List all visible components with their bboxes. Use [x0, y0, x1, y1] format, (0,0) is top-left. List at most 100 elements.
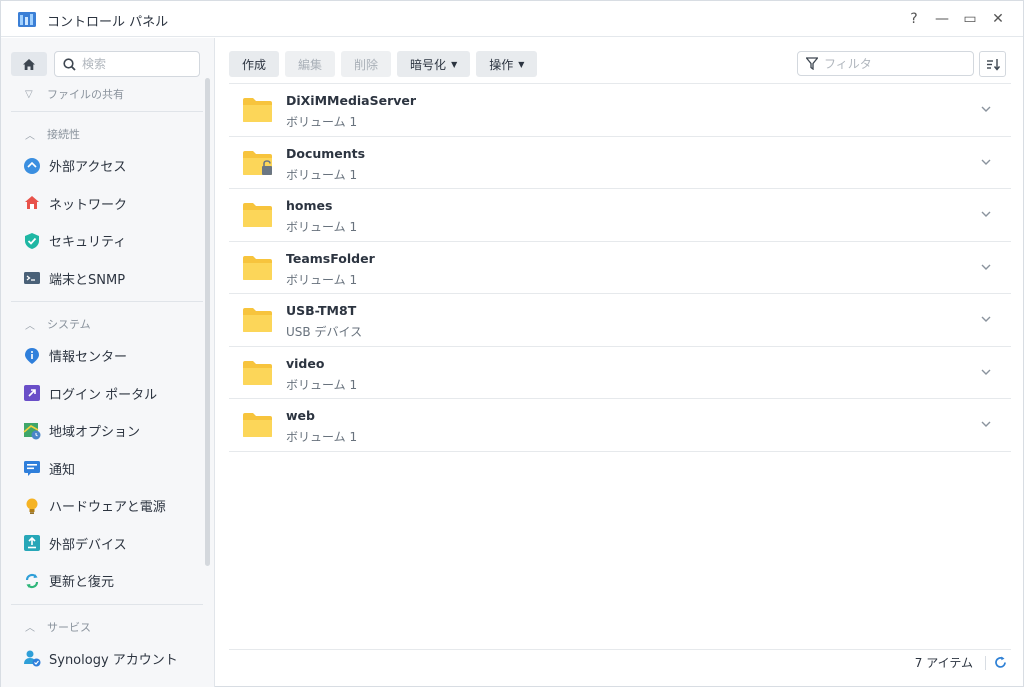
sidebar-search-input[interactable]	[82, 57, 192, 71]
folder-name: homes	[286, 198, 333, 213]
sidebar-item-label: ネットワーク	[49, 197, 128, 213]
sidebar-item-terminal-snmp[interactable]: 端末とSNMP	[11, 260, 203, 298]
divider	[985, 655, 986, 670]
toolbar: 作成 編集 削除 暗号化 ▼ 操作 ▼	[229, 51, 543, 77]
sidebar-item-regional-options[interactable]: 地域オプション	[11, 412, 203, 450]
create-button-label: 作成	[242, 57, 267, 72]
chevron-down-icon[interactable]	[979, 102, 993, 116]
list-item[interactable]: homes ボリューム 1	[229, 189, 1011, 242]
sidebar-item-synology-account[interactable]: Synology アカウント	[11, 640, 203, 678]
folder-icon	[243, 413, 272, 437]
list-item[interactable]: DiXiMMediaServer ボリューム 1	[229, 84, 1011, 137]
external-access-icon	[23, 157, 41, 175]
folder-location: ボリューム 1	[286, 167, 358, 182]
sidebar-item-label: 外部アクセス	[49, 160, 127, 176]
folder-location: ボリューム 1	[286, 115, 358, 129]
chevron-down-icon[interactable]	[979, 155, 993, 169]
sidebar-item-external-devices[interactable]: 外部デバイス	[11, 525, 203, 563]
home-icon	[23, 58, 35, 70]
control-panel-app-icon	[18, 12, 36, 27]
list-item[interactable]: USB-TM8T USB デバイス	[229, 294, 1011, 347]
sidebar-item-label: 情報センター	[49, 350, 128, 366]
chevron-down-icon[interactable]	[979, 207, 993, 221]
folder-location: ボリューム 1	[286, 430, 358, 444]
main-panel: 作成 編集 削除 暗号化 ▼ 操作 ▼ DiXiMMediaServer ボリューム…	[216, 38, 1024, 687]
map-clock-icon	[23, 422, 41, 440]
shield-icon	[23, 232, 41, 250]
section-header-file-sharing[interactable]: ▽ ファイルの共有	[11, 81, 203, 107]
info-icon	[23, 347, 41, 365]
search-icon	[63, 57, 76, 71]
sort-icon	[986, 58, 1000, 71]
control-panel-window: コントロール パネル ? — ▭ ✕ ▽ ファイルの共有 ︿ 接続性	[0, 0, 1024, 687]
folder-icon	[243, 98, 272, 122]
folder-location: ボリューム 1	[286, 377, 358, 392]
sidebar-item-label: セキュリティ	[49, 235, 127, 251]
filter-box[interactable]	[797, 51, 974, 76]
refresh-button[interactable]	[994, 656, 1008, 670]
section-label: サービス	[47, 620, 91, 634]
folder-name: DiXiMMediaServer	[286, 93, 417, 108]
title-bar: コントロール パネル ? — ▭ ✕	[1, 1, 1023, 37]
divider	[11, 301, 203, 302]
sidebar-item-external-access[interactable]: 外部アクセス	[11, 147, 203, 185]
folder-lock-icon	[243, 150, 272, 175]
chevron-down-icon[interactable]	[979, 365, 993, 379]
terminal-icon	[23, 269, 41, 287]
sidebar-item-info-center[interactable]: 情報センター	[11, 337, 203, 375]
section-header-connectivity[interactable]: ︿ 接続性	[11, 121, 203, 147]
refresh-icon	[995, 656, 1006, 668]
maximize-button[interactable]: ▭	[960, 9, 980, 29]
create-button[interactable]: 作成	[229, 51, 280, 77]
section-label: 接続性	[47, 128, 80, 141]
chevron-down-icon[interactable]	[979, 417, 993, 431]
list-item[interactable]: video ボリューム 1	[229, 347, 1011, 399]
list-item[interactable]: web ボリューム 1	[229, 399, 1011, 452]
sidebar-nav: ▽ ファイルの共有 ︿ 接続性 外部アクセス ネットワーク セキュリティ 端末と…	[11, 81, 203, 677]
encrypt-dropdown[interactable]: 暗号化 ▼	[397, 51, 471, 77]
refresh-arrows-icon	[23, 572, 41, 590]
folder-icon	[243, 360, 272, 385]
chevron-up-icon: ︿	[25, 320, 35, 332]
chevron-down-icon[interactable]	[979, 312, 993, 326]
section-label: ファイルの共有	[47, 88, 124, 101]
help-button[interactable]: ?	[904, 9, 924, 29]
notification-icon	[23, 459, 41, 477]
minimize-button[interactable]: —	[932, 9, 952, 29]
sidebar-search[interactable]	[54, 51, 200, 77]
sidebar-scrollbar[interactable]	[205, 78, 210, 566]
edit-button[interactable]: 編集	[285, 51, 336, 77]
window-title: コントロール パネル	[47, 15, 169, 30]
action-dropdown[interactable]: 操作 ▼	[476, 51, 538, 77]
sidebar-item-login-portal[interactable]: ログイン ポータル	[11, 375, 203, 413]
sidebar-item-label: 地域オプション	[49, 425, 141, 441]
sort-button[interactable]	[979, 51, 1006, 77]
sidebar-item-label: 外部デバイス	[49, 537, 127, 553]
account-icon	[23, 649, 41, 667]
sidebar-item-security[interactable]: セキュリティ	[11, 222, 203, 260]
section-header-system[interactable]: ︿ システム	[11, 311, 203, 337]
folder-name: TeamsFolder	[286, 250, 375, 266]
delete-button[interactable]: 削除	[341, 51, 392, 77]
list-footer: 7 アイテム	[229, 649, 1011, 675]
sidebar-item-hardware-power[interactable]: ハードウェアと電源	[11, 487, 203, 525]
section-header-services[interactable]: ︿ サービス	[11, 614, 203, 640]
folder-icon	[243, 203, 272, 227]
close-button[interactable]: ✕	[988, 9, 1008, 29]
list-item[interactable]: TeamsFolder ボリューム 1	[229, 242, 1011, 294]
sidebar-item-notification[interactable]: 通知	[11, 450, 203, 488]
folder-name: Documents	[286, 145, 366, 161]
home-button[interactable]	[11, 52, 47, 76]
sidebar-item-label: ハードウェアと電源	[49, 500, 166, 516]
chevron-down-icon: ▽	[25, 88, 33, 100]
sidebar-item-update-restore[interactable]: 更新と復元	[11, 562, 203, 600]
filter-input[interactable]	[824, 56, 964, 71]
divider	[11, 603, 203, 605]
sidebar-item-label: Synology アカウント	[49, 652, 178, 668]
sidebar-item-label: 更新と復元	[49, 575, 115, 591]
caret-down-icon: ▼	[451, 59, 458, 69]
list-item[interactable]: Documents ボリューム 1	[229, 137, 1011, 189]
section-label: システム	[47, 318, 91, 331]
chevron-down-icon[interactable]	[979, 260, 993, 274]
sidebar-item-network[interactable]: ネットワーク	[11, 185, 203, 223]
